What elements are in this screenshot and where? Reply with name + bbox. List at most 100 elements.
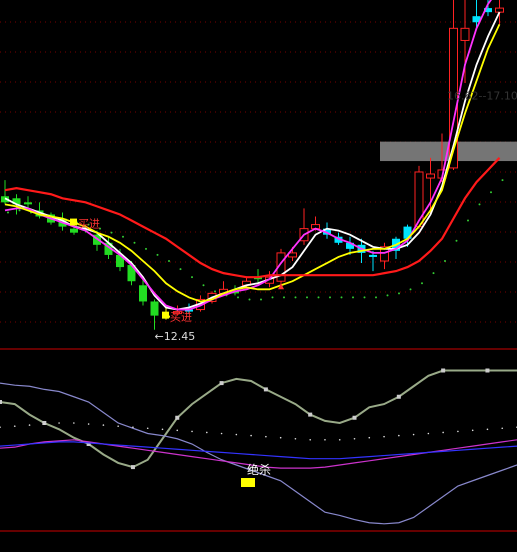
support-dot [467,219,469,222]
indicator-dot [486,428,489,431]
indicator-node [219,381,224,386]
indicator-dot [43,423,46,425]
support-dot [156,253,159,256]
support-dot [283,296,285,299]
indicator-dot [501,427,504,430]
candle-body [24,202,32,205]
support-dot [352,296,354,299]
indicator-dot [102,424,105,426]
indicator-node [352,415,357,420]
support-dot [398,292,400,295]
indicator-dot [412,433,415,436]
indicator-dot [13,425,16,427]
support-dot [202,284,205,287]
support-dot [248,298,251,301]
support-dot [214,290,216,293]
support-dot [375,296,377,299]
support-dot [340,296,343,299]
support-dot [260,298,262,301]
signal-marker [241,478,255,487]
candle-body [150,301,159,316]
indicator-dot [220,432,223,435]
indicator-dot [0,426,1,428]
signal-label: 绝杀 [247,462,271,477]
indicator-dot [279,436,282,439]
indicator-dot [471,429,474,432]
support-dot [478,203,481,206]
indicator-dot [427,432,430,435]
indicator-dot [368,436,371,439]
support-dot [501,179,504,182]
candle-body [414,171,424,228]
candle-body [369,254,377,257]
indicator-dot [294,437,297,440]
indicator-dot [117,425,119,427]
stock-chart: 买进买进←12.4516.62--17.10绝杀 [0,0,517,532]
support-dot [294,296,297,299]
candle-body [70,228,78,233]
candle-body [495,7,504,13]
candle-body [426,173,435,179]
support-dot [7,211,9,214]
indicator-dot [191,430,193,433]
support-dot [329,296,331,299]
support-dot [317,296,320,299]
support-dot [432,272,435,275]
indicator-dot [442,431,444,434]
indicator-dot [338,439,341,441]
low-price-label: ←12.45 [155,330,196,343]
ma-line-3 [4,23,501,303]
support-dot [409,288,412,291]
indicator-dot [353,437,356,440]
buy-signal-label: 买进 [170,311,192,324]
support-dot [145,247,147,250]
indicator-dot [176,429,179,432]
support-dot [191,276,193,279]
indicator-dot [457,430,459,433]
support-dot [110,231,113,234]
support-dot [386,294,389,297]
indicator-dot [250,434,252,437]
support-dot [271,296,274,299]
indicator-dot [235,433,238,436]
indicator-node [396,394,401,399]
indicator-dot [309,439,312,441]
indicator-node [485,368,490,373]
indicator-node [0,400,2,404]
buy-marker [162,311,169,319]
support-dot [363,296,366,299]
support-dot [306,296,308,299]
support-dot [455,239,458,242]
indicator-dot [324,439,326,441]
support-dot [168,260,170,262]
indicator-dot [206,431,208,434]
indicator-node [441,368,446,373]
indicator-line-1 [0,369,517,469]
indicator-dot [132,426,134,429]
indicator-line-2 [0,382,517,525]
support-dot [18,209,21,212]
support-dot [421,282,423,285]
indicator-dot [398,434,400,437]
support-dot [237,296,239,299]
indicator-dot [58,422,60,424]
indicator-dot [146,427,149,430]
range-label: 16.62--17.10 [447,90,517,103]
indicator-node [130,465,135,470]
indicator-node [263,387,268,392]
support-dot [122,235,124,238]
indicator-dot [73,422,75,424]
buy-signal-label: 买进 [78,218,100,231]
indicator-dot [87,423,90,425]
indicator-dot [161,428,164,431]
indicator-dot [265,435,267,438]
support-dot [490,191,492,194]
support-dot [179,268,182,271]
indicator-node [175,415,180,420]
support-dot [133,241,136,244]
indicator-node [308,412,313,417]
indicator-dot [28,424,31,426]
buy-marker [70,218,77,226]
candle-body [460,27,470,41]
support-dot [444,260,446,262]
